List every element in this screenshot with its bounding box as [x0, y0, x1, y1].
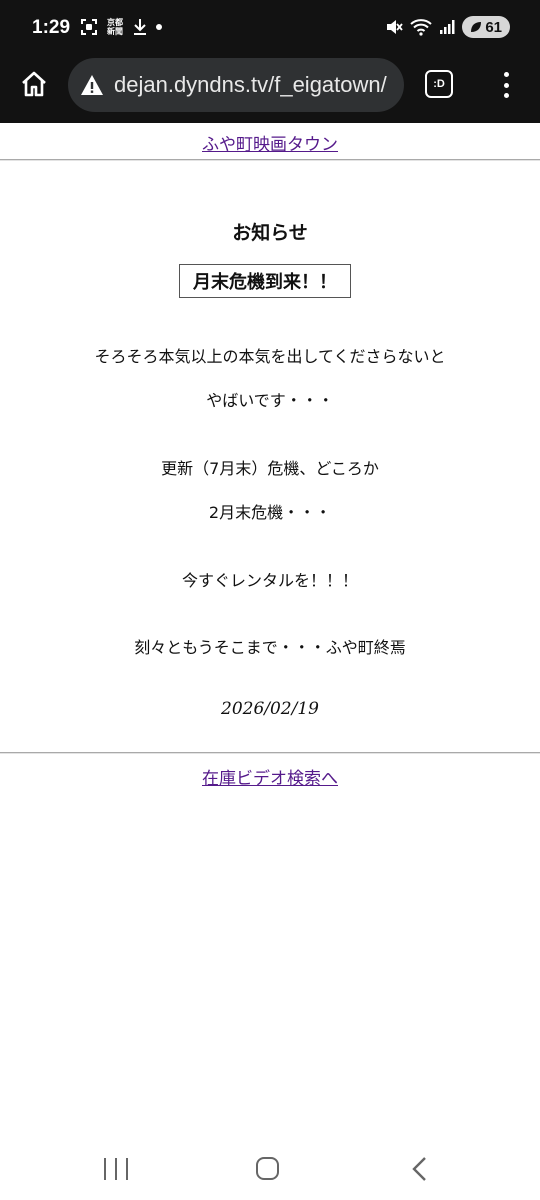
- tab-switcher-button[interactable]: :D: [425, 70, 453, 98]
- more-vert-icon[interactable]: [498, 70, 514, 100]
- fuyacho-eiga-town-link[interactable]: ふや町映画タウン: [202, 135, 338, 155]
- status-left-icons: 京都 新聞: [80, 18, 162, 36]
- screenshot-icon: [81, 19, 97, 35]
- notice-line-4: 2月末危機・・・: [208, 503, 332, 522]
- url-text[interactable]: dejan.dyndns.tv/f_eigatown/: [114, 72, 387, 98]
- alert-title-box: 月末危機到来！！: [179, 264, 351, 298]
- status-bar: 1:29 京都 新聞 61: [0, 0, 540, 58]
- notice-heading: お知らせ: [232, 222, 308, 244]
- battery-level: 61: [485, 18, 502, 36]
- notification-dot-icon: [156, 24, 162, 30]
- news-app-icon: 京都 新聞: [107, 18, 123, 36]
- download-icon: [134, 19, 146, 35]
- notice-date: 2026/02/19: [221, 699, 319, 719]
- status-right-icons: 61: [385, 16, 510, 38]
- battery-saver-leaf-icon: [471, 22, 482, 32]
- notice-line-5: 今すぐレンタルを！！！: [181, 571, 358, 590]
- status-time: 1:29: [32, 17, 71, 38]
- browser-toolbar: dejan.dyndns.tv/f_eigatown/ :D: [0, 58, 540, 123]
- system-nav-bar: [0, 1138, 540, 1200]
- top-link-container: ふや町映画タウン: [0, 130, 540, 155]
- home-button[interactable]: [18, 68, 50, 100]
- warning-icon[interactable]: [80, 73, 104, 97]
- recents-button[interactable]: [104, 1158, 128, 1180]
- home-nav-button[interactable]: [256, 1157, 279, 1180]
- battery-indicator: 61: [462, 16, 510, 38]
- home-icon: [22, 71, 46, 97]
- address-bar[interactable]: dejan.dyndns.tv/f_eigatown/: [68, 58, 404, 112]
- notice-line-1: そろそろ本気以上の本気を出してくださらないと: [94, 347, 446, 366]
- back-icon[interactable]: [408, 1156, 432, 1182]
- wifi-icon: [410, 19, 432, 36]
- signal-icon: [440, 20, 455, 34]
- divider-bottom: [0, 752, 540, 754]
- inventory-video-search-link[interactable]: 在庫ビデオ検索へ: [202, 769, 338, 789]
- notice-line-2: やばいです・・・: [206, 391, 334, 410]
- mute-icon: [387, 20, 404, 34]
- notice-line-6: 刻々ともうそこまで・・・ふや町終焉: [134, 638, 406, 657]
- notice-line-3: 更新（7月末）危機、どころか: [161, 459, 379, 478]
- divider-top: [0, 159, 540, 161]
- bottom-link-container: 在庫ビデオ検索へ: [0, 764, 540, 789]
